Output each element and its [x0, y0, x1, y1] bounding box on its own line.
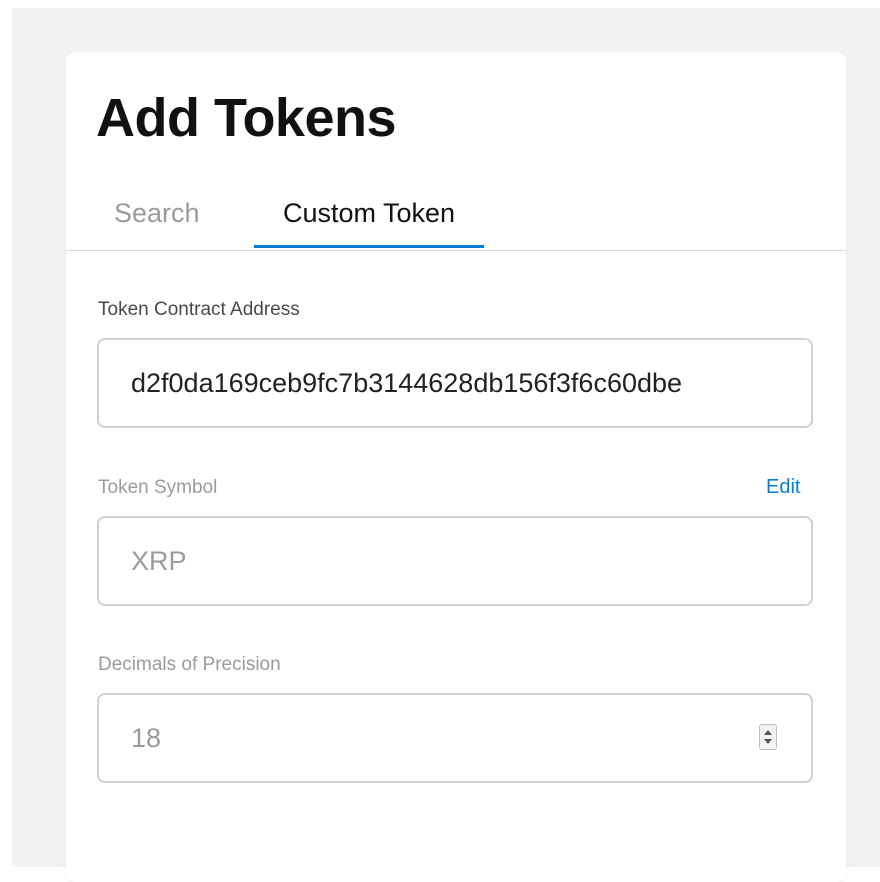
decimals-value: 18 [131, 723, 162, 753]
add-tokens-card: Add Tokens Search Custom Token Token Con… [66, 52, 846, 882]
decimals-of-precision-input[interactable]: 18 [97, 693, 813, 783]
tab-bar: Search Custom Token [66, 182, 846, 251]
stepper-up-icon[interactable] [764, 730, 772, 735]
token-symbol-input[interactable]: XRP [97, 516, 813, 606]
stepper-down-icon[interactable] [764, 739, 772, 744]
tab-custom-token[interactable]: Custom Token [254, 182, 484, 248]
edit-symbol-link[interactable]: Edit [766, 476, 800, 499]
token-contract-address-input[interactable]: d2f0da169ceb9fc7b3144628db156f3f6c60dbe [97, 338, 813, 428]
decimals-of-precision-label: Decimals of Precision [98, 654, 281, 675]
token-contract-address-label: Token Contract Address [98, 299, 300, 320]
tab-search[interactable]: Search [98, 182, 216, 248]
page-title: Add Tokens [96, 88, 397, 148]
token-symbol-label: Token Symbol [98, 477, 218, 498]
number-stepper-icon[interactable] [759, 724, 777, 750]
